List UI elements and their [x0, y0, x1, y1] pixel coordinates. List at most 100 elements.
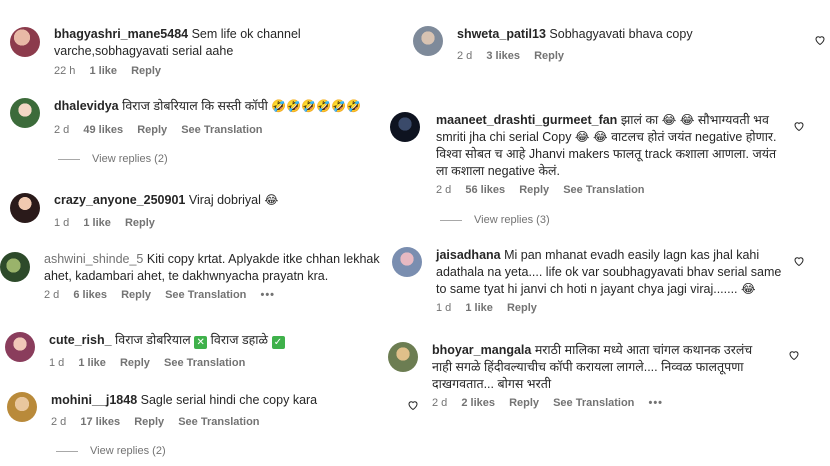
- comment-text-line-1: झालं का 😂 😂 सौभाग्यवती भव: [620, 113, 769, 127]
- comment-time: 22 h: [54, 65, 76, 77]
- avatar[interactable]: [10, 193, 40, 223]
- check-icon: ✓: [271, 336, 285, 349]
- reply-button[interactable]: Reply: [120, 357, 150, 369]
- avatar[interactable]: [392, 247, 422, 277]
- comment-time: 2 d: [54, 124, 70, 136]
- comment-likes[interactable]: 56 likes: [465, 184, 505, 196]
- comment-text-line-2: adathala na yeta.... life ok var soubhag…: [436, 265, 782, 279]
- heart-icon[interactable]: [788, 349, 800, 361]
- comment-text-line-2: smriti jha chi serial Copy 😂 😂 वाटलच होत…: [436, 130, 777, 144]
- comment-item: cute_rish_ विराज डोबरियाल ✕ विराज डहाळे …: [0, 325, 400, 380]
- avatar[interactable]: [10, 98, 40, 128]
- comment-time: 2 d: [436, 184, 452, 196]
- view-replies-button[interactable]: View replies (3): [440, 214, 550, 226]
- comment-likes[interactable]: 1 like: [83, 217, 111, 229]
- comment-item: dhalevidya विराज डोबरियाल कि सस्ती कॉपी …: [0, 90, 400, 180]
- more-dots-icon[interactable]: •••: [260, 289, 275, 301]
- comment-item: bhoyar_mangala मराठी मालिका मध्ये आता चा…: [385, 335, 830, 466]
- reply-button[interactable]: Reply: [134, 416, 164, 428]
- avatar[interactable]: [5, 332, 35, 362]
- reply-button[interactable]: Reply: [507, 302, 537, 314]
- heart-icon[interactable]: [793, 120, 805, 132]
- comment-username[interactable]: ashwini_shinde_5: [44, 252, 143, 266]
- reply-button[interactable]: Reply: [137, 124, 167, 136]
- comment-text: Sagle serial hindi che copy kara: [140, 393, 318, 407]
- comment-text-line-1: मराठी मालिका मध्ये आता चांगल कथानक उरलंच: [534, 343, 753, 357]
- comment-time: 1 d: [54, 217, 70, 229]
- comment-text-line-1: Mi pan mhanat evadh easily lagn kas jhal…: [504, 248, 760, 262]
- avatar[interactable]: [390, 112, 420, 142]
- comment-time: 2 d: [457, 50, 473, 62]
- comment-likes[interactable]: 49 likes: [83, 124, 123, 136]
- view-replies-label: View replies (2): [92, 153, 168, 165]
- cross-mark-icon: ✕: [194, 336, 208, 349]
- comment-username[interactable]: maaneet_drashti_gurmeet_fan: [436, 113, 617, 127]
- view-replies-button[interactable]: View replies (2): [58, 153, 168, 165]
- comment-time: 1 d: [49, 357, 65, 369]
- comment-item: crazy_anyone_250901 Viraj dobriyal 😂 1 d…: [0, 185, 400, 240]
- comment-likes[interactable]: 17 likes: [80, 416, 120, 428]
- comment-likes[interactable]: 3 likes: [486, 50, 520, 62]
- see-translation-button[interactable]: See Translation: [563, 184, 644, 196]
- view-replies-label: View replies (2): [90, 445, 166, 457]
- comment-username[interactable]: bhagyashri_mane5484: [54, 27, 188, 41]
- divider: [58, 158, 80, 160]
- avatar[interactable]: [413, 26, 443, 56]
- see-translation-button[interactable]: See Translation: [165, 289, 246, 301]
- comment-text-line-3: to same tyat hi janvi ch hoti n jayant c…: [436, 282, 756, 296]
- comment-username[interactable]: cute_rish_: [49, 333, 112, 347]
- comment-text-line-4: ला कशाला negative केलं.: [436, 164, 560, 178]
- comment-username[interactable]: crazy_anyone_250901: [54, 193, 185, 207]
- reply-button[interactable]: Reply: [125, 217, 155, 229]
- comment-likes[interactable]: 2 likes: [461, 397, 495, 409]
- laughing-emoji-icon: 😂: [264, 193, 279, 207]
- see-translation-button[interactable]: See Translation: [553, 397, 634, 409]
- comment-likes[interactable]: 6 likes: [73, 289, 107, 301]
- avatar[interactable]: [10, 27, 40, 57]
- view-replies-label: View replies (3): [474, 214, 550, 226]
- comment-likes[interactable]: 1 like: [89, 65, 117, 77]
- comment-item: jaisadhana Mi pan mhanat evadh easily la…: [392, 240, 830, 325]
- avatar[interactable]: [7, 392, 37, 422]
- comment-item: maaneet_drashti_gurmeet_fan झालं का 😂 😂 …: [390, 105, 830, 235]
- reply-button[interactable]: Reply: [509, 397, 539, 409]
- comment-username[interactable]: jaisadhana: [436, 248, 501, 262]
- comment-likes[interactable]: 1 like: [78, 357, 106, 369]
- comment-time: 2 d: [432, 397, 448, 409]
- comment-text-line-3: दाखगवतात... बोगस भरती: [432, 377, 552, 391]
- laughing-emoji-icon: 🤣🤣🤣🤣🤣🤣: [271, 99, 362, 113]
- see-translation-button[interactable]: See Translation: [181, 124, 262, 136]
- comment-text: विराज डोबरियाल: [115, 333, 191, 347]
- comment-text: विराज डोबरियाल कि सस्ती कॉपी: [122, 99, 268, 113]
- avatar[interactable]: [0, 252, 30, 282]
- reply-button[interactable]: Reply: [534, 50, 564, 62]
- comment-item: bhagyashri_mane5484 Sem life ok channel …: [0, 0, 400, 90]
- comment-time: 1 d: [436, 302, 452, 314]
- see-translation-button[interactable]: See Translation: [164, 357, 245, 369]
- comment-text-2: विराज डहाळे: [210, 333, 269, 347]
- avatar[interactable]: [388, 342, 418, 372]
- comment-text-line-2: नाही सगळे हिंदीवल्याचीच कॉपी करायला लागल…: [432, 360, 744, 374]
- comment-item: ashwini_shinde_5 Kiti copy krtat. Aplyak…: [0, 245, 400, 315]
- reply-button[interactable]: Reply: [121, 289, 151, 301]
- comment-text: Viraj dobriyal: [188, 193, 261, 207]
- heart-icon[interactable]: [814, 34, 826, 46]
- comment-item: shweta_patil13 Sobhagyavati bhava copy 2…: [405, 0, 830, 85]
- reply-button[interactable]: Reply: [131, 65, 161, 77]
- comment-text: Sobhagyavati bhava copy: [549, 27, 693, 41]
- heart-icon[interactable]: [793, 255, 805, 267]
- see-translation-button[interactable]: See Translation: [178, 416, 259, 428]
- comment-username[interactable]: dhalevidya: [54, 99, 119, 113]
- reply-button[interactable]: Reply: [519, 184, 549, 196]
- view-replies-button[interactable]: View replies (2): [56, 445, 166, 457]
- divider: [56, 450, 78, 452]
- heart-icon[interactable]: [407, 399, 419, 411]
- comment-time: 2 d: [44, 289, 60, 301]
- comment-username[interactable]: shweta_patil13: [457, 27, 546, 41]
- comment-item: mohini__j1848 Sagle serial hindi che cop…: [0, 385, 400, 466]
- comment-username[interactable]: bhoyar_mangala: [432, 343, 531, 357]
- comment-time: 2 d: [51, 416, 67, 428]
- comment-likes[interactable]: 1 like: [465, 302, 493, 314]
- comment-username[interactable]: mohini__j1848: [51, 393, 137, 407]
- more-dots-icon[interactable]: •••: [648, 397, 663, 409]
